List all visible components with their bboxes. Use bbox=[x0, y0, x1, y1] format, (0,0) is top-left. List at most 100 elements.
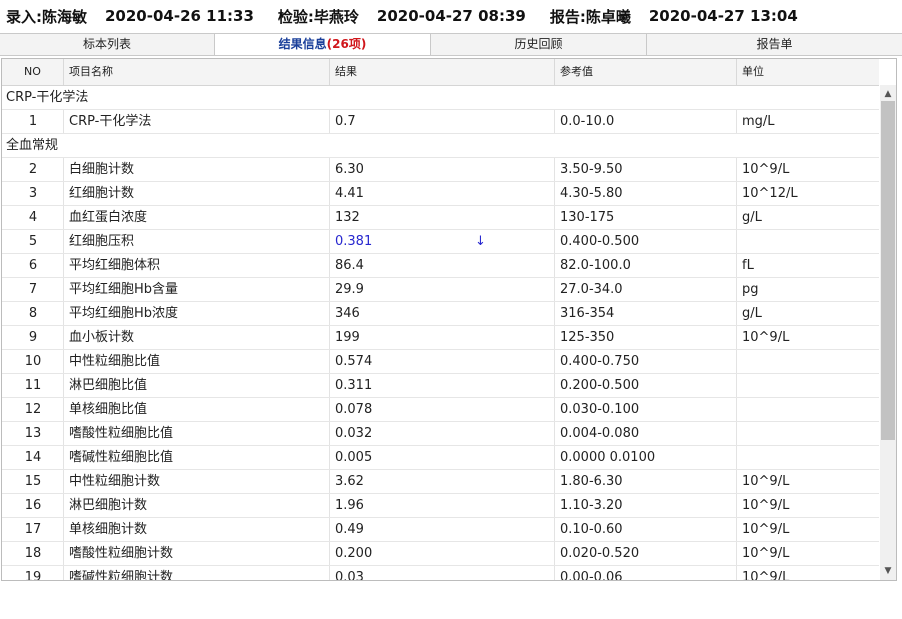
cell-no: 1 bbox=[28, 114, 38, 129]
cell-unit: fL bbox=[742, 258, 754, 273]
table-row[interactable]: 12 单核细胞比值 0.078 0.030-0.100 bbox=[2, 398, 879, 422]
cell-result: 0.574 bbox=[335, 354, 373, 369]
scroll-thumb[interactable] bbox=[881, 101, 895, 440]
cell-name: 嗜酸性粒细胞计数 bbox=[69, 546, 174, 561]
cell-ref: 0.020-0.520 bbox=[560, 546, 640, 561]
col-no-label: NO bbox=[24, 65, 41, 78]
cell-no: 17 bbox=[24, 522, 42, 537]
cell-no: 14 bbox=[24, 450, 42, 465]
cell-no: 9 bbox=[28, 330, 38, 345]
report-time: 2020-04-27 13:04 bbox=[648, 7, 798, 25]
tab-history[interactable]: 历史回顾 bbox=[431, 34, 647, 55]
cell-ref: 0.0-10.0 bbox=[560, 114, 615, 129]
scroll-down-icon[interactable]: ▼ bbox=[880, 564, 896, 578]
cell-name: 血小板计数 bbox=[69, 330, 135, 345]
tab-report[interactable]: 报告单 bbox=[647, 34, 902, 55]
cell-name: 嗜碱性粒细胞比值 bbox=[69, 450, 174, 465]
table-row[interactable]: 1 CRP-干化学法 0.7 0.0-10.0 mg/L bbox=[2, 110, 879, 134]
cell-no: 16 bbox=[24, 498, 42, 513]
table-row[interactable]: 9 血小板计数 199 125-350 10^9/L bbox=[2, 326, 879, 350]
cell-result: 1.96 bbox=[335, 498, 364, 513]
tab-result-info[interactable]: 结果信息(26项) bbox=[215, 34, 431, 55]
cell-name: 单核细胞比值 bbox=[69, 402, 148, 417]
inspect-time: 2020-04-27 08:39 bbox=[376, 7, 526, 25]
table-row[interactable]: 19 嗜碱性粒细胞计数 0.03 0.00-0.06 10^9/L bbox=[2, 566, 879, 581]
cell-no: 4 bbox=[28, 210, 38, 225]
table-row[interactable]: 16 淋巴细胞计数 1.96 1.10-3.20 10^9/L bbox=[2, 494, 879, 518]
col-no[interactable]: NO bbox=[2, 59, 64, 85]
low-flag-icon: ↓ bbox=[475, 234, 486, 249]
cell-unit bbox=[742, 422, 879, 445]
table-row[interactable]: 13 嗜酸性粒细胞比值 0.032 0.004-0.080 bbox=[2, 422, 879, 446]
table-row[interactable]: 4 血红蛋白浓度 132 130-175 g/L bbox=[2, 206, 879, 230]
cell-ref: 0.00-0.06 bbox=[560, 570, 623, 581]
cell-result: 0.200 bbox=[335, 546, 373, 561]
cell-name: 中性粒细胞比值 bbox=[69, 354, 161, 369]
table-row[interactable]: 3 红细胞计数 4.41 4.30-5.80 10^12/L bbox=[2, 182, 879, 206]
cell-name: 中性粒细胞计数 bbox=[69, 474, 161, 489]
cell-unit: mg/L bbox=[742, 114, 775, 129]
cell-unit bbox=[742, 230, 879, 253]
table-row[interactable]: 2 白细胞计数 6.30 3.50-9.50 10^9/L bbox=[2, 158, 879, 182]
group-header: CRP-干化学法 bbox=[2, 86, 879, 110]
cell-no: 12 bbox=[24, 402, 42, 417]
tab-result-info-label: 结果信息 bbox=[278, 37, 327, 51]
col-unit[interactable]: 单位 bbox=[737, 59, 879, 85]
table-row[interactable]: 6 平均红细胞体积 86.4 82.0-100.0 fL bbox=[2, 254, 879, 278]
inspect-label: 检验:毕燕玲 bbox=[277, 7, 359, 26]
table-row[interactable]: 10 中性粒细胞比值 0.574 0.400-0.750 bbox=[2, 350, 879, 374]
cell-result: 199 bbox=[335, 330, 360, 345]
cell-ref: 0.400-0.750 bbox=[560, 354, 640, 369]
table-row[interactable]: 8 平均红细胞Hb浓度 346 316-354 g/L bbox=[2, 302, 879, 326]
cell-unit: 10^9/L bbox=[742, 498, 790, 513]
report-label: 报告:陈卓曦 bbox=[549, 7, 631, 26]
cell-result: 29.9 bbox=[335, 282, 364, 297]
cell-unit: 10^9/L bbox=[742, 522, 790, 537]
vertical-scrollbar[interactable]: ▲ ▼ bbox=[880, 85, 896, 580]
col-name[interactable]: 项目名称 bbox=[64, 59, 330, 85]
tab-specimen-list[interactable]: 标本列表 bbox=[0, 34, 215, 55]
cell-ref: 3.50-9.50 bbox=[560, 162, 623, 177]
tab-history-label: 历史回顾 bbox=[514, 37, 563, 51]
cell-unit: 10^12/L bbox=[742, 186, 798, 201]
cell-result: 0.7 bbox=[335, 114, 356, 129]
cell-name: 红细胞压积 bbox=[69, 234, 135, 249]
table-row[interactable]: 17 单核细胞计数 0.49 0.10-0.60 10^9/L bbox=[2, 518, 879, 542]
cell-result: 0.311 bbox=[335, 378, 373, 393]
cell-result: 0.03 bbox=[335, 570, 364, 581]
cell-unit bbox=[742, 350, 879, 373]
cell-unit: 10^9/L bbox=[742, 570, 790, 581]
cell-unit: 10^9/L bbox=[742, 474, 790, 489]
cell-result: 6.30 bbox=[335, 162, 364, 177]
cell-ref: 4.30-5.80 bbox=[560, 186, 623, 201]
table-row[interactable]: 14 嗜碱性粒细胞比值 0.005 0.0000 0.0100 bbox=[2, 446, 879, 470]
grid-body: CRP-干化学法 1 CRP-干化学法 0.7 0.0-10.0 mg/L 全血常规 2 白细… bbox=[2, 86, 879, 581]
cell-result: 0.078 bbox=[335, 402, 373, 417]
col-reference[interactable]: 参考值 bbox=[555, 59, 737, 85]
col-result[interactable]: 结果 bbox=[330, 59, 555, 85]
cell-unit bbox=[742, 374, 879, 397]
cell-no: 6 bbox=[28, 258, 38, 273]
cell-ref: 125-350 bbox=[560, 330, 615, 345]
cell-no: 5 bbox=[28, 234, 38, 249]
cell-name: 淋巴细胞计数 bbox=[69, 498, 148, 513]
cell-result: 86.4 bbox=[335, 258, 364, 273]
scroll-up-icon[interactable]: ▲ bbox=[880, 87, 896, 101]
cell-name: 嗜碱性粒细胞计数 bbox=[69, 570, 174, 581]
cell-no: 15 bbox=[24, 474, 42, 489]
table-row[interactable]: 5 红细胞压积 0.381 0.400-0.500 ↓ bbox=[2, 230, 879, 254]
cell-unit: 10^9/L bbox=[742, 162, 790, 177]
cell-ref: 0.030-0.100 bbox=[560, 402, 640, 417]
cell-name: CRP-干化学法 bbox=[69, 114, 152, 129]
table-row[interactable]: 7 平均红细胞Hb含量 29.9 27.0-34.0 pg bbox=[2, 278, 879, 302]
cell-result: 3.62 bbox=[335, 474, 364, 489]
table-row[interactable]: 11 淋巴细胞比值 0.311 0.200-0.500 bbox=[2, 374, 879, 398]
table-row[interactable]: 15 中性粒细胞计数 3.62 1.80-6.30 10^9/L bbox=[2, 470, 879, 494]
entry-label: 录入:陈海敏 bbox=[6, 7, 87, 26]
table-row[interactable]: 18 嗜酸性粒细胞计数 0.200 0.020-0.520 10^9/L bbox=[2, 542, 879, 566]
cell-result: 346 bbox=[335, 306, 360, 321]
col-unit-label: 单位 bbox=[742, 65, 764, 78]
results-grid[interactable]: NO 项目名称 结果 参考值 单位 CRP-干化学法 1 CRP-干化学法 0.7 0… bbox=[1, 58, 897, 581]
group-header: 全血常规 bbox=[2, 134, 879, 158]
cell-ref: 0.10-0.60 bbox=[560, 522, 623, 537]
